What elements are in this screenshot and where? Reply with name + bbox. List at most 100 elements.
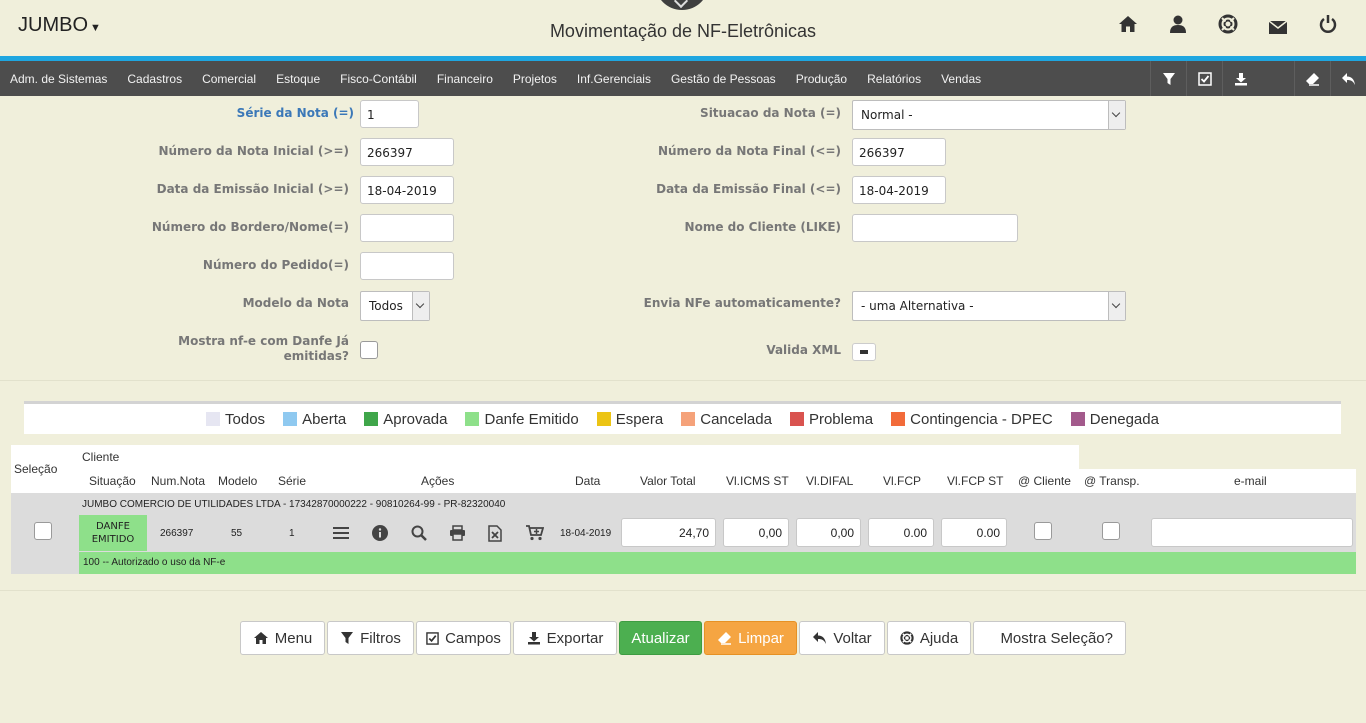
checkbox-check-icon[interactable] bbox=[1186, 61, 1222, 96]
legend-item[interactable]: Cancelada bbox=[681, 411, 772, 428]
divider bbox=[0, 590, 1366, 591]
swatch-icon bbox=[891, 412, 906, 426]
filter-icon bbox=[341, 632, 354, 644]
exportar-button-label: Exportar bbox=[546, 629, 604, 647]
atualizar-button[interactable]: Atualizar bbox=[619, 621, 702, 655]
nav-item-gestao-pessoas[interactable]: Gestão de Pessoas bbox=[661, 72, 786, 86]
download-icon[interactable] bbox=[1222, 61, 1258, 96]
col-at-transp: @ Transp. bbox=[1084, 474, 1140, 488]
row-vl-difal[interactable]: 0,00 bbox=[796, 518, 861, 547]
num-inicial-input[interactable]: 266397 bbox=[360, 138, 454, 166]
row-at-transp-checkbox[interactable] bbox=[1102, 522, 1120, 540]
legend-label: Denegada bbox=[1089, 410, 1159, 428]
legend-label: Aprovada bbox=[383, 410, 448, 428]
home-icon[interactable] bbox=[1116, 12, 1140, 36]
status-line1: DANFE bbox=[96, 521, 130, 532]
printer-icon[interactable] bbox=[447, 523, 467, 543]
power-icon[interactable] bbox=[1316, 12, 1340, 36]
row-vl-icms-st[interactable]: 0,00 bbox=[723, 518, 789, 547]
limpar-button[interactable]: Limpar bbox=[704, 621, 797, 655]
legend-item[interactable]: Aberta bbox=[283, 411, 346, 428]
legend-item[interactable]: Aprovada bbox=[364, 411, 447, 428]
num-final-input[interactable]: 266397 bbox=[852, 138, 946, 166]
swatch-icon bbox=[206, 412, 221, 426]
row-vl-fcp-st[interactable]: 0.00 bbox=[941, 518, 1007, 547]
row-data: 18-04-2019 bbox=[560, 528, 612, 539]
num-final-label: Número da Nota Final (<=) bbox=[657, 144, 841, 158]
search-icon[interactable] bbox=[409, 523, 429, 543]
data-final-input[interactable]: 18-04-2019 bbox=[852, 176, 946, 204]
row-modelo: 55 bbox=[231, 528, 243, 539]
cliente-input[interactable] bbox=[852, 214, 1018, 242]
status-legend: Todos Aberta Aprovada Danfe Emitido Espe… bbox=[24, 401, 1341, 434]
eraser-icon[interactable] bbox=[1294, 61, 1330, 96]
row-vl-fcp[interactable]: 0.00 bbox=[868, 518, 934, 547]
nav-item-producao[interactable]: Produção bbox=[786, 72, 857, 86]
info-icon[interactable] bbox=[370, 523, 390, 543]
mostra-selecao-button[interactable]: Mostra Seleção? bbox=[973, 621, 1126, 655]
bordero-input[interactable] bbox=[360, 214, 454, 242]
nav-item-estoque[interactable]: Estoque bbox=[266, 72, 330, 86]
excel-file-icon[interactable] bbox=[485, 523, 505, 543]
download-icon bbox=[527, 632, 540, 645]
menu-lines-icon[interactable] bbox=[331, 523, 351, 543]
row-status-bar bbox=[79, 552, 1356, 574]
legend-item[interactable]: Danfe Emitido bbox=[465, 411, 579, 428]
row-email-input[interactable] bbox=[1151, 518, 1353, 547]
col-vl-fcp: Vl.FCP bbox=[883, 474, 922, 488]
legend-label: Todos bbox=[225, 410, 266, 428]
nav-item-comercial[interactable]: Comercial bbox=[192, 72, 266, 86]
nav-item-relatorios[interactable]: Relatórios bbox=[857, 72, 931, 86]
nav-item-cadastros[interactable]: Cadastros bbox=[117, 72, 192, 86]
nav-item-inf-gerenciais[interactable]: Inf.Gerenciais bbox=[567, 72, 661, 86]
legend-item[interactable]: Todos bbox=[206, 411, 265, 428]
limpar-button-label: Limpar bbox=[738, 629, 784, 647]
data-inicial-input[interactable]: 18-04-2019 bbox=[360, 176, 454, 204]
envia-label: Envia NFe automaticamente? bbox=[643, 296, 841, 310]
menu-button[interactable]: Menu bbox=[240, 621, 325, 655]
envia-value: - uma Alternativa - bbox=[861, 299, 974, 313]
filter-icon[interactable] bbox=[1150, 61, 1186, 96]
cart-add-icon[interactable] bbox=[525, 523, 545, 543]
envia-select[interactable]: - uma Alternativa - bbox=[852, 291, 1126, 321]
nav-item-vendas[interactable]: Vendas bbox=[931, 72, 991, 86]
legend-item[interactable]: Espera bbox=[596, 411, 663, 428]
exportar-button[interactable]: Exportar bbox=[513, 621, 617, 655]
lifebuoy-icon[interactable] bbox=[1216, 12, 1240, 36]
modelo-select[interactable]: Todos bbox=[360, 291, 430, 321]
user-icon[interactable] bbox=[1166, 12, 1190, 36]
row-select-checkbox[interactable] bbox=[34, 522, 52, 540]
row-valor-total[interactable]: 24,70 bbox=[621, 518, 716, 547]
campos-button[interactable]: Campos bbox=[416, 621, 511, 655]
mostra-danfe-checkbox[interactable] bbox=[360, 341, 378, 359]
collapse-toggle[interactable] bbox=[655, 0, 709, 10]
voltar-button[interactable]: Voltar bbox=[799, 621, 885, 655]
pedido-input[interactable] bbox=[360, 252, 454, 280]
mostra-danfe-label: Mostra nf-e com Danfe Já emitidas? bbox=[150, 334, 349, 364]
filtros-button[interactable]: Filtros bbox=[327, 621, 414, 655]
envelope-icon[interactable] bbox=[1266, 12, 1290, 36]
nav-item-financeiro[interactable]: Financeiro bbox=[427, 72, 503, 86]
valida-xml-button[interactable] bbox=[852, 343, 876, 361]
row-serie: 1 bbox=[289, 528, 295, 539]
status-badge: DANFE EMITIDO bbox=[79, 515, 147, 551]
ajuda-button[interactable]: Ajuda bbox=[887, 621, 971, 655]
situacao-value: Normal - bbox=[861, 108, 913, 122]
row-at-cliente-checkbox[interactable] bbox=[1034, 522, 1052, 540]
legend-item[interactable]: Problema bbox=[789, 411, 873, 428]
serie-input[interactable]: 1 bbox=[360, 100, 419, 128]
legend-item[interactable]: Denegada bbox=[1070, 410, 1159, 428]
legend-item[interactable]: Contingencia - DPEC bbox=[891, 411, 1053, 428]
filtros-button-label: Filtros bbox=[360, 629, 401, 647]
mostra-selecao-button-label: Mostra Seleção? bbox=[1000, 629, 1113, 647]
nav-item-fisco-contabil[interactable]: Fisco-Contábil bbox=[330, 72, 427, 86]
ajuda-button-label: Ajuda bbox=[919, 629, 959, 647]
swatch-icon bbox=[596, 412, 611, 426]
pedido-label: Número do Pedido(=) bbox=[202, 258, 349, 272]
reply-icon[interactable] bbox=[1330, 61, 1366, 96]
atualizar-button-label: Atualizar bbox=[631, 629, 690, 647]
situacao-select[interactable]: Normal - bbox=[852, 100, 1126, 130]
header: JUMBO ▼ Movimentação de NF-Eletrônicas bbox=[0, 0, 1366, 56]
nav-item-adm-sistemas[interactable]: Adm. de Sistemas bbox=[0, 72, 117, 86]
nav-item-projetos[interactable]: Projetos bbox=[503, 72, 567, 86]
